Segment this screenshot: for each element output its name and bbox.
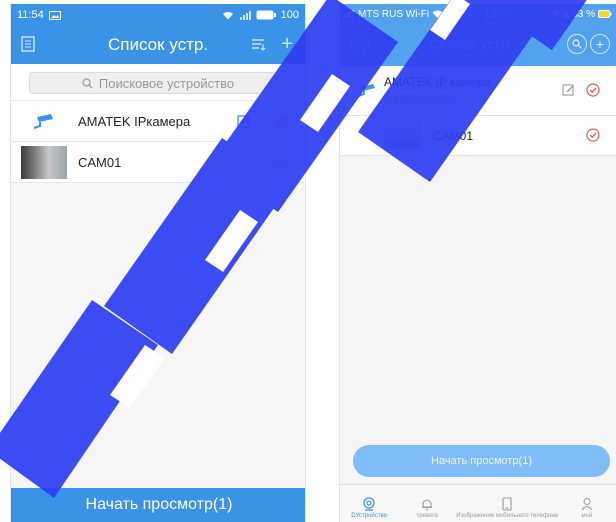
scan-icon [354,38,366,50]
tab-label: DУстройство [351,513,387,519]
battery-level: 100 [280,9,299,21]
channel-name: CAM01 [433,129,474,143]
search-icon [572,39,582,49]
device-name: AMATEK IP камера [384,75,491,89]
check-icon[interactable] [586,128,600,142]
check-icon[interactable] [586,83,600,97]
android-header: Список устр. + [11,26,305,64]
ios-status-bar: MTS RUS Wi-Fi 13:00 53 % [340,4,616,24]
bell-icon [422,499,433,511]
status-time: 11:54 [17,9,44,21]
tab-profile[interactable]: мой [558,485,616,522]
status-time: 13:00 [484,8,510,20]
location-icon [551,10,560,18]
ios-header: MTS RUS Wi-Fi 13:00 53 % Список устр. ▼ … [340,4,616,66]
edit-icon[interactable] [237,114,251,128]
tab-phone-images[interactable]: Изображение мобильного телефона [456,485,558,522]
wifi-icon [222,11,233,19]
tab-devices[interactable]: DУстройство [340,485,398,522]
tab-alarm[interactable]: тревога [398,485,456,522]
image-icon [48,10,61,20]
ip-camera-icon [358,84,375,97]
search-input[interactable]: Поисковое устройство [29,72,287,94]
phone-icon [502,497,512,511]
carrier: MTS RUS Wi-Fi [358,8,430,20]
device-label: AMATEK IPкамера [78,113,191,129]
dropdown-icon[interactable]: ▼ [516,39,526,50]
menu-icon[interactable] [21,36,35,52]
device-row[interactable]: AMATEK IPкамера [11,101,305,142]
check-icon[interactable] [273,155,287,169]
edit-icon[interactable] [562,83,575,96]
page-title: Список устр. [107,35,209,54]
search-icon [82,77,93,88]
add-icon: + [595,36,605,52]
tab-label: тревога [416,513,438,519]
device-row[interactable]: AMATEK IP камера 53d68bc60280 [340,66,616,116]
battery-icon [598,10,612,18]
add-button[interactable]: + [590,34,610,54]
check-icon[interactable] [273,114,287,128]
camera-icon [363,497,375,511]
channel-thumbnail [384,122,421,149]
start-view-button[interactable]: Начать просмотр(1) [11,488,305,522]
search-button[interactable] [567,34,587,54]
ios-nav-bar: Список устр. ▼ + [340,30,616,58]
ip-camera-icon [33,114,53,129]
channel-row[interactable]: CAM01 [340,116,616,156]
tab-label: мой [581,513,593,519]
channel-thumbnail [21,146,67,179]
start-view-button[interactable]: Начать просмотр(1) [353,445,610,477]
tab-label: Изображение мобильного телефона [456,513,558,519]
signal-icon [343,10,354,18]
battery-icon [256,10,276,20]
page-title[interactable]: Список устр. [430,36,512,52]
channel-label: CAM01 [78,154,122,170]
battery-level: 53 % [572,8,595,20]
scan-button[interactable] [350,34,370,54]
search-placeholder: Поисковое устройство [98,75,235,91]
ios-screen: MTS RUS Wi-Fi 13:00 53 % Список устр. ▼ … [339,4,616,522]
android-status-bar: 11:54 100 [11,4,305,26]
device-serial: 53d68bc60280 [384,94,457,106]
lock-icon [562,10,569,18]
tab-bar: DУстройство тревога Изображение мобильно… [340,484,616,522]
search-bar: Поисковое устройство [11,64,305,101]
signal-icon [239,10,251,20]
wifi-icon [432,10,443,18]
channel-row[interactable]: CAM01 [11,142,305,183]
add-icon[interactable]: + [281,34,293,54]
android-screen: 11:54 100 Список устр. + Поисковое устро… [10,4,306,522]
user-icon [581,497,593,511]
sort-icon[interactable] [251,37,267,51]
